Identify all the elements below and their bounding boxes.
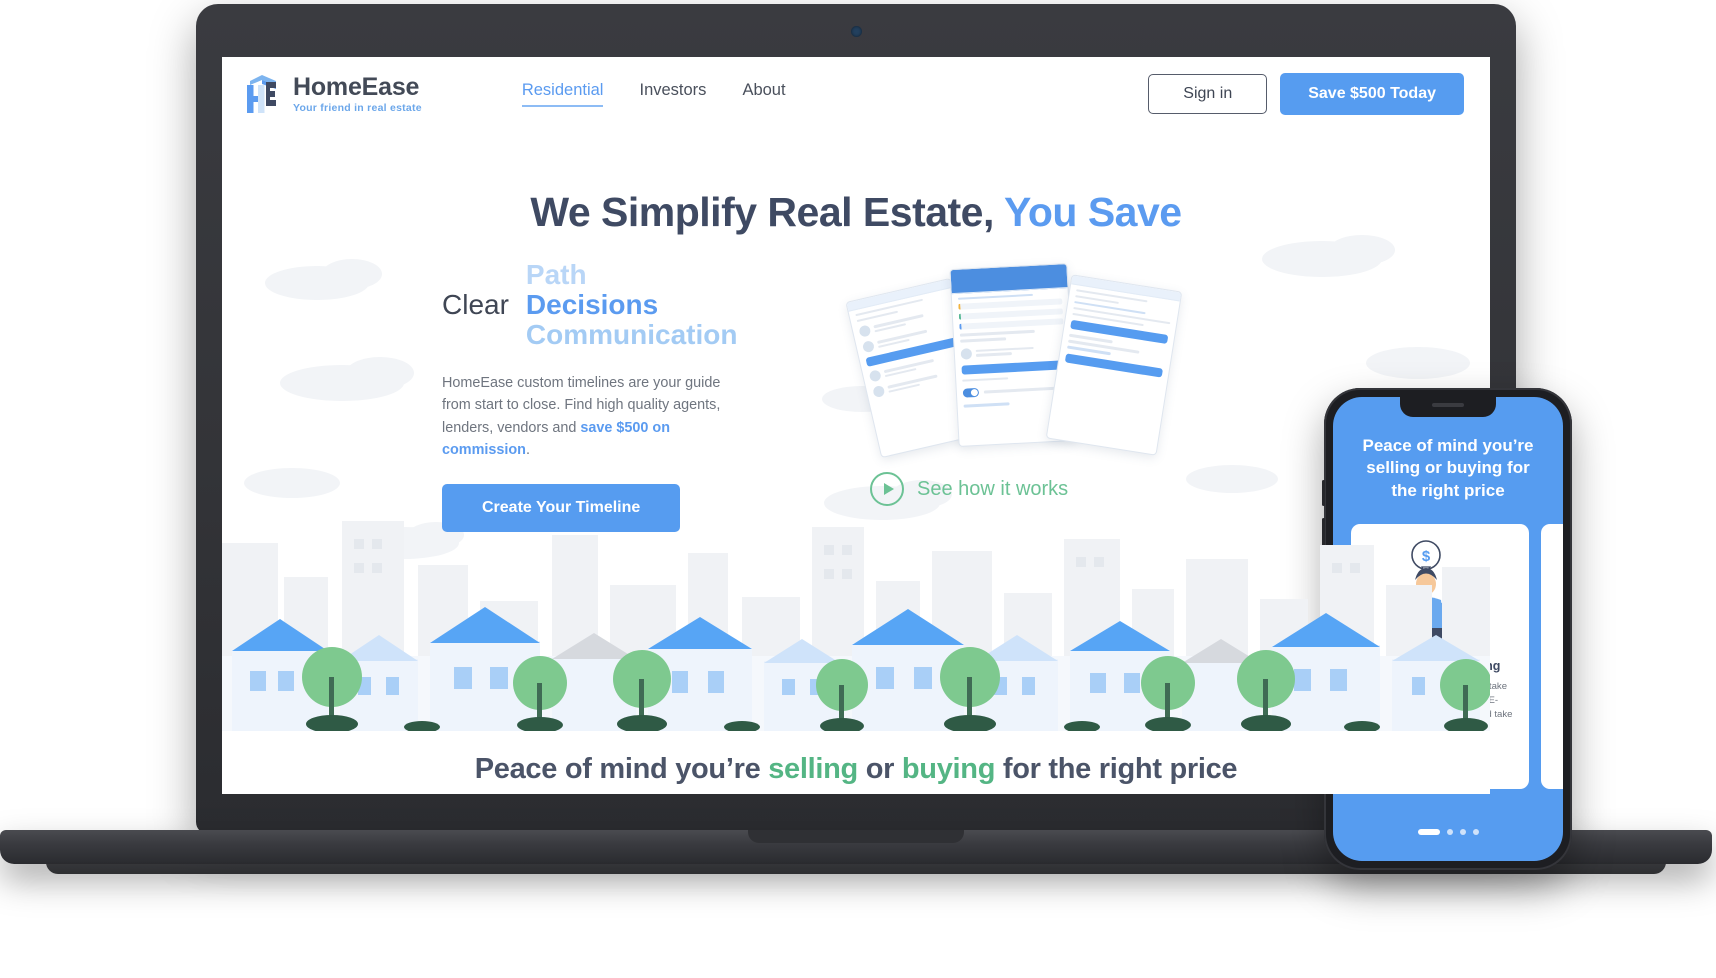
- app-line: [959, 329, 1036, 337]
- hero-section: We Simplify Real Estate, You Save Clear: [222, 131, 1490, 731]
- app-screen-header: [846, 279, 952, 312]
- app-screen-header: [950, 264, 1068, 295]
- carousel-dot[interactable]: [1446, 829, 1453, 835]
- see-how-it-works-link[interactable]: See how it works: [870, 472, 1068, 506]
- laptop-camera-icon: [850, 26, 862, 37]
- app-line: [963, 402, 1010, 408]
- main-nav: Residential Investors About: [521, 81, 786, 107]
- site-header: HomeEase Your friend in real estate Resi…: [222, 57, 1490, 131]
- app-task-chip: [958, 298, 1063, 310]
- avatar: [872, 384, 886, 399]
- hero-left-column: Clear Path Decisions Communication HomeE…: [242, 260, 762, 533]
- save-today-cta-button[interactable]: Save $500 Today: [1280, 73, 1464, 115]
- see-how-it-works-label: See how it works: [917, 477, 1069, 500]
- hero-copy-part3: .: [525, 441, 530, 458]
- app-task-chip: [958, 308, 1063, 320]
- app-button: [1064, 352, 1164, 378]
- value-list: Path Decisions Communication: [526, 260, 738, 350]
- carousel-dots[interactable]: [1333, 829, 1563, 835]
- phone-card[interactable]: Pro Hit an and pri: [1541, 524, 1563, 789]
- app-screens-illustration: [845, 263, 1192, 466]
- app-line: [962, 376, 1009, 382]
- hero-description: HomeEase custom timelines are your guide…: [442, 372, 747, 461]
- laptop-mockup: HomeEase Your friend in real estate Resi…: [0, 4, 1712, 884]
- avatar: [861, 340, 876, 354]
- value-item-communication: Communication: [525, 318, 738, 350]
- nav-item-residential[interactable]: Residential: [521, 81, 604, 107]
- value-band: Peace of mind you’re selling or buying f…: [222, 731, 1490, 794]
- hero-columns: Clear Path Decisions Communication HomeE…: [222, 260, 1490, 533]
- headline-main: We Simplify Real Estate,: [530, 189, 994, 235]
- create-timeline-button[interactable]: Create Your Timeline: [442, 484, 681, 533]
- laptop-lid: HomeEase Your friend in real estate Resi…: [196, 4, 1516, 834]
- hero-headline-row: We Simplify Real Estate, You Save: [222, 131, 1490, 236]
- professional-appraiser-icon: [1553, 538, 1563, 650]
- homeease-logo-icon: [247, 75, 276, 113]
- website-viewport: HomeEase Your friend in real estate Resi…: [222, 57, 1490, 794]
- avatar: [960, 347, 973, 360]
- brand-name: HomeEase: [293, 72, 420, 101]
- app-button: [1070, 319, 1169, 345]
- band-title-part1: Peace of mind you’re: [474, 753, 769, 785]
- band-title: Peace of mind you’re selling or buying f…: [222, 753, 1490, 786]
- sign-in-button[interactable]: Sign in: [1148, 74, 1268, 114]
- value-item-decisions: Decisions: [525, 288, 659, 320]
- hero-right-column: See how it works: [762, 260, 1470, 532]
- brand-tagline: Your friend in real estate: [293, 101, 422, 114]
- play-circle-icon: [870, 472, 904, 506]
- band-title-selling: selling: [768, 753, 858, 785]
- page-title: We Simplify Real Estate, You Save: [242, 131, 1470, 236]
- app-button: [961, 359, 1066, 375]
- app-task-chip: [959, 318, 1064, 330]
- carousel-dot-active[interactable]: [1417, 829, 1440, 835]
- laptop-trackpad-notch: [748, 830, 964, 843]
- value-label-clear: Clear: [442, 288, 509, 320]
- laptop-screen: HomeEase Your friend in real estate Resi…: [222, 57, 1490, 794]
- app-line: [960, 337, 1007, 343]
- band-title-buying: buying: [901, 753, 996, 785]
- carousel-dot[interactable]: [1459, 829, 1466, 835]
- value-item-path: Path: [525, 259, 587, 290]
- brand-logo[interactable]: HomeEase Your friend in real estate: [242, 72, 422, 116]
- avatar: [868, 369, 882, 383]
- band-title-part2: or: [857, 753, 902, 785]
- nav-item-investors[interactable]: Investors: [639, 81, 706, 107]
- header-actions: Sign in Save $500 Today: [1148, 73, 1464, 115]
- value-proposition-stack: Clear Path Decisions Communication: [442, 260, 762, 350]
- band-title-part3: for the right price: [995, 753, 1238, 785]
- phone-card-title: Pro: [1553, 659, 1563, 673]
- carousel-dot[interactable]: [1472, 829, 1479, 835]
- screenshot-stage: HomeEase Your friend in real estate Resi…: [0, 0, 1716, 978]
- phone-card-body: Hit an and pri: [1553, 680, 1563, 694]
- headline-accent: You Save: [1004, 189, 1182, 235]
- nav-item-about[interactable]: About: [742, 81, 785, 107]
- avatar: [858, 324, 872, 338]
- brand-text: HomeEase Your friend in real estate: [293, 72, 422, 114]
- app-line: [957, 293, 1034, 300]
